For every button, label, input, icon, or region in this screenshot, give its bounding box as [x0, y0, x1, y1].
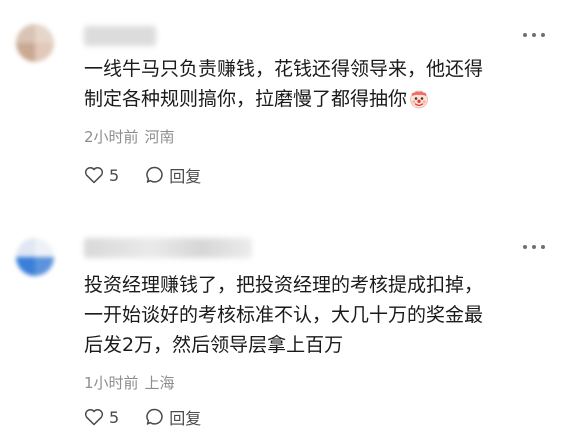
username-blurred[interactable] [84, 26, 156, 46]
comment-location: 河南 [144, 128, 175, 146]
username-blurred[interactable] [84, 238, 252, 258]
more-options-icon[interactable] [523, 243, 545, 251]
heart-icon [84, 166, 104, 184]
like-button[interactable]: 5 [84, 408, 119, 427]
comment-meta: 1小时前 上海 [84, 372, 175, 393]
comment-actions: 5 回复 [84, 405, 201, 429]
comment-item: 投资经理赚钱了，把投资经理的考核提成扣掉， 一开始谈好的考核标准不认，大几十万的… [0, 210, 567, 441]
comment-text-segment: 制定各种规则搞你，拉磨慢了都得抽你 [84, 88, 408, 110]
heart-icon [84, 408, 104, 426]
comment-text-line: 制定各种规则搞你，拉磨慢了都得抽你 [84, 84, 544, 118]
comment-time: 1小时前 [84, 374, 139, 392]
comment-location: 上海 [144, 374, 175, 392]
comment-time: 2小时前 [84, 128, 139, 146]
comment-bubble-icon [145, 165, 165, 185]
comment-text: 一线牛马只负责赚钱，花钱还得领导来，他还得 制定各种规则搞你，拉磨慢了都得抽你 [84, 54, 544, 118]
avatar[interactable] [16, 24, 54, 62]
comment-text-line: 投资经理赚钱了，把投资经理的考核提成扣掉， [84, 274, 484, 296]
comment-actions: 5 回复 [84, 163, 201, 187]
like-count: 5 [109, 407, 120, 427]
clown-face-icon [409, 88, 429, 118]
more-options-icon[interactable] [523, 31, 545, 39]
comment-text-line: 后发2万，然后领导层拿上百万 [84, 334, 344, 356]
reply-button[interactable]: 回复 [145, 405, 201, 429]
comment-text-line: 一线牛马只负责赚钱，花钱还得领导来，他还得 [84, 58, 484, 80]
avatar[interactable] [16, 238, 54, 276]
like-count: 5 [109, 165, 120, 185]
comment-meta: 2小时前 河南 [84, 126, 175, 147]
reply-label: 回复 [169, 409, 202, 428]
comment-text-line: 一开始谈好的考核标准不认，大几十万的奖金最 [84, 304, 484, 326]
comment-item: 一线牛马只负责赚钱，花钱还得领导来，他还得 制定各种规则搞你，拉磨慢了都得抽你 … [0, 0, 567, 205]
comment-text: 投资经理赚钱了，把投资经理的考核提成扣掉， 一开始谈好的考核标准不认，大几十万的… [84, 270, 544, 360]
comment-bubble-icon [145, 407, 165, 427]
reply-label: 回复 [169, 167, 202, 186]
reply-button[interactable]: 回复 [145, 163, 201, 187]
like-button[interactable]: 5 [84, 166, 119, 185]
